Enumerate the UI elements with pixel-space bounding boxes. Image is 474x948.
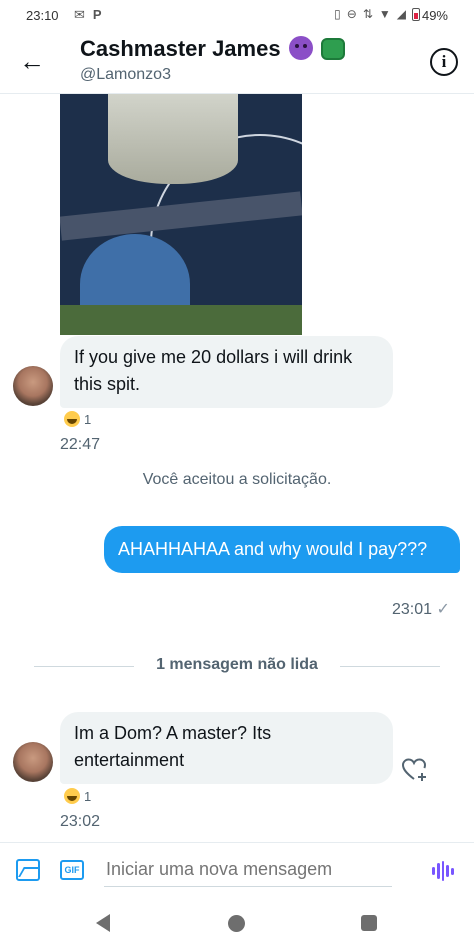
- conversation-title[interactable]: Cashmaster James: [80, 36, 345, 62]
- battery-icon: [412, 7, 420, 21]
- contact-name: Cashmaster James: [80, 36, 281, 61]
- conversation-header: ← Cashmaster James @Lamonzo3 i: [0, 32, 474, 94]
- status-bar: 23:10 ✉ P ▯ ⊖ ⇅ ▼ ◢ 49%: [0, 0, 474, 32]
- message-time: 22:47: [60, 436, 101, 453]
- battery-percent: 49%: [421, 8, 448, 23]
- mail-icon: ✉: [74, 7, 85, 22]
- arrow-left-icon[interactable]: ←: [16, 46, 48, 78]
- gif-icon[interactable]: GIF: [60, 860, 84, 880]
- system-nav-bar: [0, 900, 474, 948]
- unread-label: 1 mensagem não lida: [156, 656, 318, 673]
- laughing-emoji-icon: [64, 788, 80, 804]
- dollar-banknote-icon: [320, 38, 345, 60]
- photo-grass: [60, 305, 302, 335]
- message-time: 23:01 ✓: [392, 599, 450, 619]
- system-message: Você aceitou a solicitação.: [142, 471, 332, 488]
- nav-recents-icon[interactable]: [361, 915, 377, 931]
- message-input[interactable]: [104, 853, 392, 887]
- avatar[interactable]: [13, 366, 53, 406]
- message-bubble-incoming[interactable]: Im a Dom? A master? Its entertainment: [60, 712, 393, 784]
- nav-home-icon[interactable]: [228, 915, 245, 932]
- vibrate-icon: ▯: [334, 7, 341, 21]
- unread-divider: 1 mensagem não lida: [34, 656, 440, 676]
- system-icons: ▯ ⊖ ⇅ ▼ ◢: [334, 7, 420, 21]
- status-time: 23:10: [26, 8, 59, 23]
- message-time: 23:02: [60, 813, 101, 830]
- laughing-emoji-icon: [64, 411, 80, 427]
- message-list[interactable]: If you give me 20 dollars i will drink t…: [0, 94, 474, 842]
- divider-line: [340, 666, 440, 667]
- reaction-badge[interactable]: 1: [60, 785, 95, 807]
- info-icon[interactable]: i: [430, 48, 458, 76]
- reaction-count: 1: [84, 411, 92, 427]
- photo-glass: [108, 94, 238, 184]
- read-check-icon: ✓: [436, 601, 450, 618]
- reaction-count: 1: [84, 788, 92, 804]
- voice-wave-icon[interactable]: [432, 861, 454, 881]
- smiling-devil-icon: [288, 36, 313, 60]
- data-arrows-icon: ⇅: [362, 7, 373, 21]
- shared-photo[interactable]: [60, 94, 302, 335]
- image-icon[interactable]: [16, 859, 40, 881]
- notification-icons: ✉ P: [74, 7, 102, 23]
- contact-handle[interactable]: @Lamonzo3: [80, 66, 171, 84]
- paypal-icon: P: [92, 7, 102, 22]
- reaction-badge[interactable]: 1: [60, 408, 95, 430]
- wifi-icon: ▼: [378, 7, 391, 21]
- message-bubble-incoming[interactable]: If you give me 20 dollars i will drink t…: [60, 336, 393, 408]
- avatar[interactable]: [13, 742, 53, 782]
- message-time-text: 23:01: [392, 601, 433, 618]
- heart-plus-icon[interactable]: [400, 756, 428, 784]
- message-bubble-outgoing[interactable]: AHAHHAHAA and why would I pay???: [104, 526, 460, 573]
- nav-back-icon[interactable]: [96, 914, 110, 932]
- message-composer: GIF: [0, 842, 474, 900]
- signal-icon: ◢: [396, 7, 406, 21]
- dnd-icon: ⊖: [346, 7, 357, 21]
